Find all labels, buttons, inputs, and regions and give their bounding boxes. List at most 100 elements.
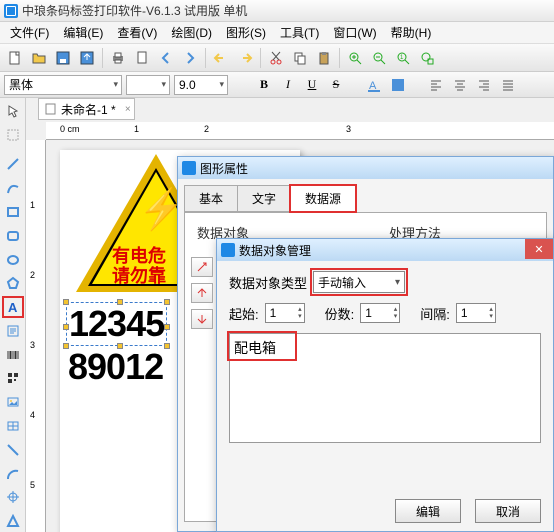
page-prev-icon[interactable] [155,47,177,69]
dialog-title: 图形属性 [200,160,248,177]
save-icon[interactable] [52,47,74,69]
line-tool-icon[interactable] [2,154,24,176]
text-line2[interactable]: 89012 [68,346,163,388]
tab-text[interactable]: 文字 [237,185,291,212]
zoom-in-icon[interactable] [344,47,366,69]
menu-draw[interactable]: 绘图(D) [165,22,218,43]
count-spinner[interactable]: 1 [360,303,400,323]
menu-file[interactable]: 文件(F) [4,22,55,43]
zoom-region-icon[interactable] [416,47,438,69]
dialog2-titlebar[interactable]: 数据对象管理 ✕ [217,239,553,261]
menu-tools[interactable]: 工具(T) [274,22,325,43]
print-preview-icon[interactable] [131,47,153,69]
dialog2-title: 数据对象管理 [239,242,311,259]
open-icon[interactable] [28,47,50,69]
font-size-combo[interactable]: 9.0 [174,75,228,95]
align-left-icon[interactable] [426,75,446,95]
side-btn-2[interactable] [191,283,213,303]
menu-window[interactable]: 窗口(W) [327,22,382,43]
font-toolbar: 黑体 9.0 B I U S A [0,72,554,98]
underline-button[interactable]: U [302,75,322,95]
ellipse-tool-icon[interactable] [2,249,24,271]
menu-view[interactable]: 查看(V) [111,22,163,43]
label-gap: 间隔: [420,304,450,323]
align-right-icon[interactable] [474,75,494,95]
menubar: 文件(F) 编辑(E) 查看(V) 绘图(D) 图形(S) 工具(T) 窗口(W… [0,22,554,44]
undo-icon[interactable] [210,47,232,69]
warning-text[interactable]: 有电危请勿靠 [112,246,166,286]
polygon-tool-icon[interactable] [2,272,24,294]
fill-color-icon[interactable] [388,75,408,95]
pointer-tool-icon[interactable] [2,100,24,122]
tab-basic[interactable]: 基本 [184,185,238,212]
start-spinner[interactable]: 1 [265,303,305,323]
font-style-combo[interactable] [126,75,170,95]
copy-icon[interactable] [289,47,311,69]
page-next-icon[interactable] [179,47,201,69]
svg-text:A: A [8,300,18,314]
ruler-horizontal: 0 cm 1 2 3 [46,122,554,140]
app-icon [4,4,18,18]
cancel-button[interactable]: 取消 [475,499,541,523]
main-toolbar: 1 [0,44,554,72]
side-btn-1[interactable] [191,257,213,277]
print-icon[interactable] [107,47,129,69]
dialog-icon [182,161,196,175]
qrcode-tool-icon[interactable] [2,368,24,390]
paste-icon[interactable] [313,47,335,69]
titlebar: 中琅条码标签打印软件-V6.1.3 试用版 单机 [0,0,554,22]
move-tool-icon[interactable] [2,124,24,146]
barcode-tool-icon[interactable] [2,344,24,366]
svg-text:1: 1 [400,55,404,61]
align-center-icon[interactable] [450,75,470,95]
arc-tool-icon[interactable] [2,463,24,485]
dialog-titlebar[interactable]: 图形属性 [178,157,553,179]
star-tool-icon[interactable] [2,486,24,508]
label-count: 份数: [325,304,355,323]
font-color-icon[interactable]: A [364,75,384,95]
tab-datasource[interactable]: 数据源 [290,185,356,212]
menu-edit[interactable]: 编辑(E) [57,22,109,43]
app-title: 中琅条码标签打印软件-V6.1.3 试用版 单机 [22,2,247,19]
strike-button[interactable]: S [326,75,346,95]
bold-button[interactable]: B [254,75,274,95]
label-type: 数据对象类型 [229,273,307,292]
close-button[interactable]: ✕ [525,239,553,259]
bezier-tool-icon[interactable] [2,177,24,199]
document-tab-label: 未命名-1 * [61,101,116,118]
content-textarea[interactable] [229,333,541,443]
doc-icon [45,103,57,115]
close-tab-icon[interactable]: × [125,104,131,115]
text-tool-icon[interactable]: A [2,296,24,318]
menu-shape[interactable]: 图形(S) [220,22,272,43]
edit-button[interactable]: 编辑 [395,499,461,523]
rect-tool-icon[interactable] [2,201,24,223]
align-justify-icon[interactable] [498,75,518,95]
triangle-tool-icon[interactable] [2,510,24,532]
italic-button[interactable]: I [278,75,298,95]
roundrect-tool-icon[interactable] [2,225,24,247]
label-start: 起始: [229,304,259,323]
text-line1: 12345 [69,303,164,344]
data-object-dialog[interactable]: 数据对象管理 ✕ 数据对象类型 手动输入 起始: 1 份数: 1 间隔: 1 编… [216,238,554,532]
type-select[interactable]: 手动输入 [313,271,405,293]
zoom-out-icon[interactable] [368,47,390,69]
side-btn-3[interactable] [191,309,213,329]
table-tool-icon[interactable] [2,415,24,437]
side-buttons [191,257,215,329]
font-name-combo[interactable]: 黑体 [4,75,122,95]
gap-spinner[interactable]: 1 [456,303,496,323]
document-tab[interactable]: 未命名-1 * × [38,98,135,120]
cut-icon[interactable] [265,47,287,69]
dialog2-icon [221,243,235,257]
selected-text-object[interactable]: 12345 [66,302,167,346]
line2-tool-icon[interactable] [2,439,24,461]
richtext-tool-icon[interactable] [2,320,24,342]
zoom-fit-icon[interactable]: 1 [392,47,414,69]
export-icon[interactable] [76,47,98,69]
dialog-tabs: 基本 文字 数据源 [184,185,547,212]
redo-icon[interactable] [234,47,256,69]
image-tool-icon[interactable] [2,391,24,413]
new-doc-icon[interactable] [4,47,26,69]
menu-help[interactable]: 帮助(H) [385,22,438,43]
